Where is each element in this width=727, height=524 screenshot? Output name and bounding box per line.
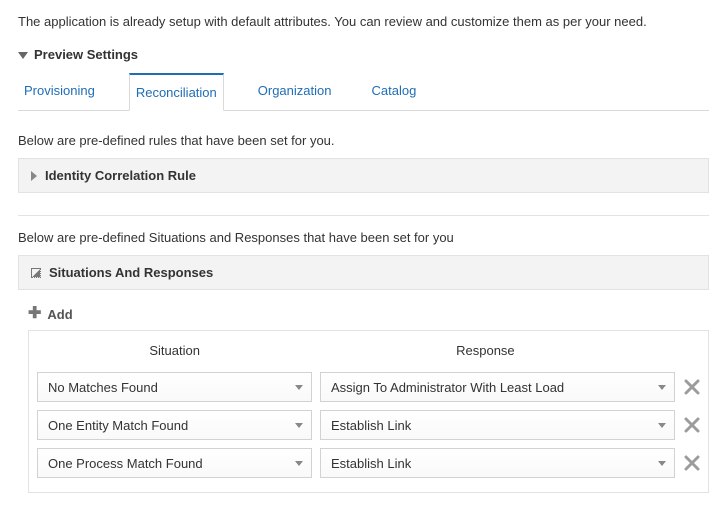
- identity-correlation-rule-panel[interactable]: Identity Correlation Rule: [18, 158, 709, 193]
- delete-row-button[interactable]: [683, 451, 700, 475]
- situations-and-responses-panel[interactable]: Situations And Responses: [18, 255, 709, 290]
- response-value: Establish Link: [331, 456, 411, 471]
- preview-settings-label: Preview Settings: [34, 47, 138, 62]
- situation-select[interactable]: One Process Match Found: [37, 448, 312, 478]
- rules-description: Below are pre-defined rules that have be…: [18, 133, 709, 148]
- response-value: Assign To Administrator With Least Load: [331, 380, 564, 395]
- table-row: One Process Match Found Establish Link: [35, 444, 702, 482]
- add-label: Add: [47, 307, 72, 322]
- plus-icon: ✚: [28, 306, 41, 322]
- response-select[interactable]: Assign To Administrator With Least Load: [320, 372, 675, 402]
- situations-description: Below are pre-defined Situations and Res…: [18, 230, 709, 245]
- chevron-right-icon: [31, 171, 37, 181]
- situations-table: Situation Response No Matches Found Assi…: [28, 330, 709, 493]
- delete-row-button[interactable]: [683, 375, 700, 399]
- header-response: Response: [310, 343, 660, 358]
- tab-organization[interactable]: Organization: [252, 73, 338, 111]
- response-select[interactable]: Establish Link: [320, 410, 675, 440]
- chevron-down-icon: [658, 461, 666, 466]
- chevron-down-icon: [295, 461, 303, 466]
- table-header: Situation Response: [35, 335, 702, 368]
- close-icon: [684, 455, 700, 471]
- situation-value: One Entity Match Found: [48, 418, 188, 433]
- situation-value: One Process Match Found: [48, 456, 203, 471]
- response-value: Establish Link: [331, 418, 411, 433]
- situation-select[interactable]: One Entity Match Found: [37, 410, 312, 440]
- chevron-down-icon: [18, 52, 28, 59]
- situation-value: No Matches Found: [48, 380, 158, 395]
- add-button[interactable]: ✚ Add: [28, 306, 709, 322]
- preview-settings-toggle[interactable]: Preview Settings: [18, 47, 709, 62]
- intro-text: The application is already setup with de…: [18, 14, 709, 29]
- identity-correlation-rule-label: Identity Correlation Rule: [45, 168, 196, 183]
- tab-catalog[interactable]: Catalog: [365, 73, 422, 111]
- chevron-down-icon: [658, 385, 666, 390]
- chevron-down-icon: [658, 423, 666, 428]
- response-select[interactable]: Establish Link: [320, 448, 675, 478]
- header-situation: Situation: [39, 343, 310, 358]
- chevron-down-icon: [295, 423, 303, 428]
- chevron-down-icon: [295, 385, 303, 390]
- table-row: No Matches Found Assign To Administrator…: [35, 368, 702, 406]
- tab-reconciliation[interactable]: Reconciliation: [129, 73, 224, 111]
- tab-bar: Provisioning Reconciliation Organization…: [18, 72, 709, 111]
- delete-row-button[interactable]: [683, 413, 700, 437]
- situation-select[interactable]: No Matches Found: [37, 372, 312, 402]
- close-icon: [684, 417, 700, 433]
- close-icon: [684, 379, 700, 395]
- tab-provisioning[interactable]: Provisioning: [18, 73, 101, 111]
- divider: [18, 215, 709, 216]
- collapse-icon: [31, 268, 41, 278]
- situations-and-responses-label: Situations And Responses: [49, 265, 213, 280]
- table-row: One Entity Match Found Establish Link: [35, 406, 702, 444]
